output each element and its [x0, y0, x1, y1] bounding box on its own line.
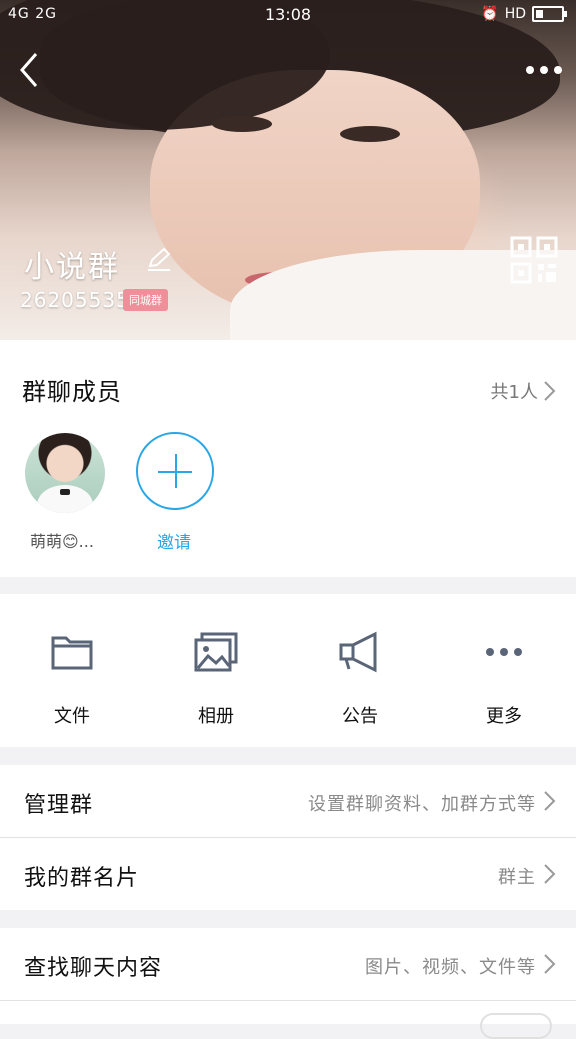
avatar-bowtie: [60, 489, 70, 495]
search-chat-label: 查找聊天内容: [24, 956, 163, 981]
chevron-right-icon: [544, 791, 556, 811]
more-menu-button[interactable]: [518, 60, 562, 80]
tools-section: 文件 相册 公告 更多: [0, 594, 576, 747]
more-icon: [486, 648, 522, 656]
tool-files-label: 文件: [54, 706, 90, 727]
members-title: 群聊成员: [22, 378, 122, 406]
invite-label[interactable]: 邀请: [157, 528, 191, 553]
members-count[interactable]: 共1人: [491, 378, 538, 404]
tool-files[interactable]: 文件: [0, 594, 144, 747]
group-name: 小说群: [24, 250, 120, 285]
search-chat-value: 图片、视频、文件等: [365, 957, 536, 978]
cover-photo-eye: [340, 126, 400, 142]
edit-name-button[interactable]: [146, 246, 172, 272]
qr-code-button[interactable]: [510, 236, 558, 284]
chevron-right-icon[interactable]: [542, 380, 556, 402]
status-time: 13:08: [264, 5, 312, 24]
status-right: ⏰ HD: [481, 6, 567, 22]
chevron-right-icon: [544, 864, 556, 884]
toggle-switch[interactable]: [480, 1013, 552, 1039]
dot: [526, 66, 534, 74]
next-row: [0, 1001, 576, 1039]
invite-button[interactable]: [136, 432, 214, 510]
member-avatar[interactable]: [25, 433, 105, 513]
alarm-icon: ⏰: [481, 6, 499, 22]
pencil-icon: [148, 247, 171, 271]
manage-group-label: 管理群: [24, 793, 94, 818]
member-name: 萌萌😊...: [30, 532, 94, 551]
manage-group-value: 设置群聊资料、加群方式等: [308, 794, 536, 815]
tool-album[interactable]: 相册: [144, 594, 288, 747]
group-cover: 4G 2G 13:08 ⏰ HD 小说群 262055355 同城群: [0, 0, 576, 340]
signal-indicator: 4G 2G: [8, 6, 57, 22]
hd-call-icon: HD: [504, 6, 526, 22]
dot: [554, 66, 562, 74]
tool-more[interactable]: 更多: [432, 594, 576, 747]
battery-icon: [532, 6, 567, 22]
group-card-row[interactable]: 我的群名片 群主: [0, 838, 576, 910]
chevron-left-icon: [20, 53, 38, 87]
chevron-right-icon: [544, 954, 556, 974]
search-chat-row[interactable]: 查找聊天内容 图片、视频、文件等: [0, 928, 576, 1000]
album-icon: [194, 632, 238, 672]
group-card-value: 群主: [498, 867, 536, 888]
tool-album-label: 相册: [198, 706, 234, 727]
folder-icon: [51, 636, 93, 670]
group-card-label: 我的群名片: [24, 866, 140, 891]
tool-announcement-label: 公告: [342, 706, 378, 727]
group-type-badge: 同城群: [123, 289, 168, 311]
qr-code-icon: [510, 236, 558, 284]
dot: [540, 66, 548, 74]
megaphone-icon: [339, 631, 377, 673]
cover-photo-eye: [212, 116, 272, 132]
back-button[interactable]: [10, 48, 50, 88]
status-bar: 4G 2G 13:08 ⏰ HD: [0, 0, 576, 30]
tool-announcement[interactable]: 公告: [288, 594, 432, 747]
tool-more-label: 更多: [486, 706, 522, 727]
manage-group-row[interactable]: 管理群 设置群聊资料、加群方式等: [0, 765, 576, 837]
